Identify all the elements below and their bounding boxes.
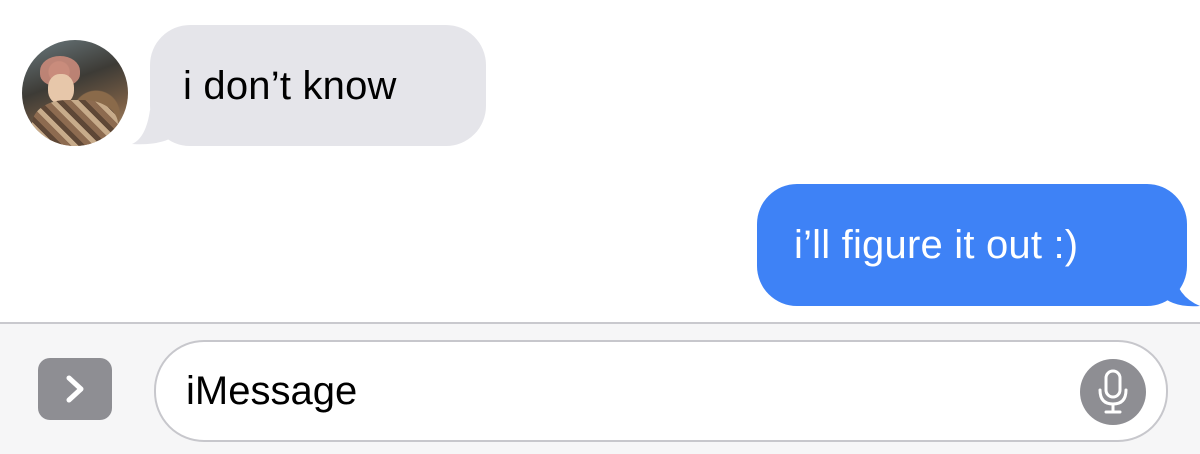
contact-avatar[interactable] — [22, 40, 128, 146]
outgoing-message-bubble[interactable]: i’ll figure it out :) — [757, 184, 1187, 306]
imessage-input-text: iMessage — [186, 369, 358, 413]
outgoing-message-text: i’ll figure it out :) — [794, 223, 1079, 267]
imessage-input-field[interactable]: iMessage — [154, 340, 1168, 442]
incoming-message-bubble[interactable]: i don’t know — [150, 25, 486, 146]
microphone-icon — [1098, 369, 1128, 414]
apps-expand-button[interactable] — [38, 358, 112, 420]
avatar-jacket — [32, 100, 118, 146]
incoming-message-text: i don’t know — [183, 63, 397, 108]
dictation-button[interactable] — [1080, 359, 1146, 425]
chevron-right-icon — [66, 375, 84, 403]
message-thread: i don’t know i’ll figure it out :) — [0, 0, 1200, 322]
